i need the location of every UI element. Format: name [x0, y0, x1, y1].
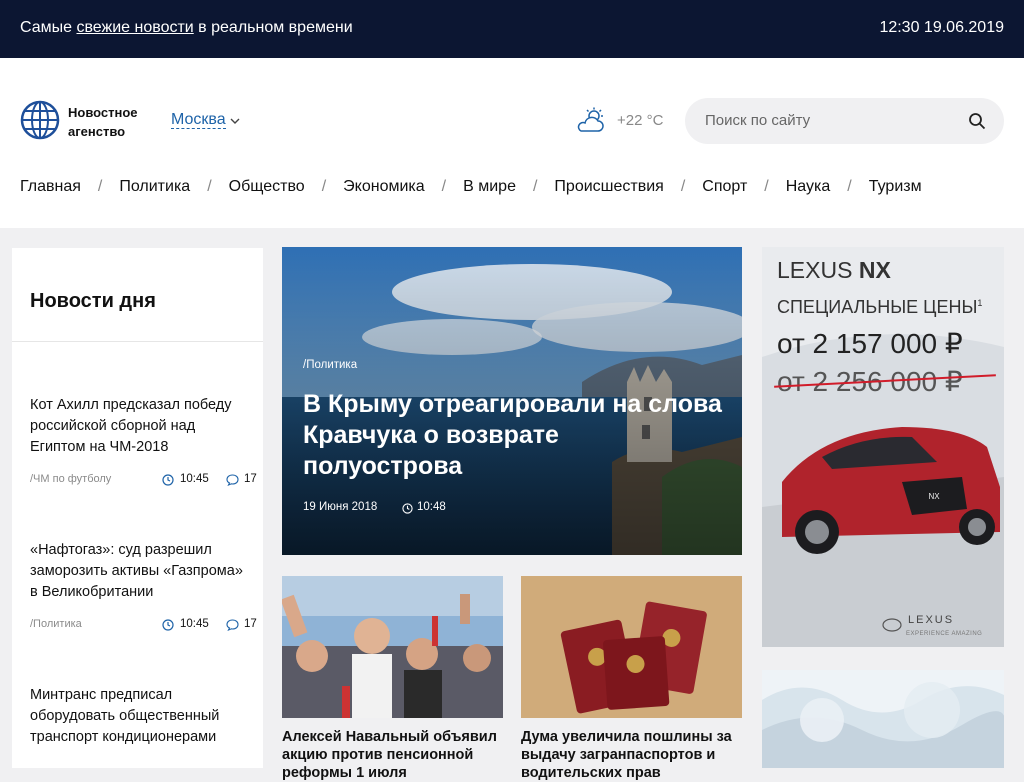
lexus-headline: СПЕЦИАЛЬНЫЕ ЦЕНЫ1	[777, 297, 982, 318]
site-logo-text[interactable]: Новостное агенство	[68, 103, 158, 141]
news-card-image[interactable]	[282, 576, 503, 718]
tagline-text-end: в реальном времени	[193, 19, 353, 36]
news-card[interactable]: Алексей Навальный объявил акцию против п…	[282, 576, 503, 781]
tagline-text: Самые	[20, 19, 77, 36]
news-comments-count[interactable]: 17	[244, 473, 257, 485]
clock-icon	[162, 474, 174, 486]
news-title[interactable]: Минтранс предписал оборудовать обществен…	[30, 685, 250, 748]
site-tagline: Самые свежие новости в реальном времени	[20, 19, 353, 37]
comment-icon	[226, 474, 239, 486]
site-header: Новостное агенство Москва +22 °С Поиск п…	[0, 58, 1024, 228]
search-input[interactable]: Поиск по сайту	[705, 112, 810, 129]
fresh-news-link[interactable]: свежие новости	[76, 19, 193, 36]
weather-sun-cloud-icon	[577, 107, 604, 132]
lexus-price-new: от 2 157 000 ₽	[777, 328, 963, 359]
nav-item-tourism[interactable]: Туризм	[869, 178, 922, 196]
nav-separator: /	[207, 178, 212, 195]
clock-icon	[162, 619, 174, 631]
featured-article-title[interactable]: В Крыму отреагировали на слова Кравчука …	[303, 389, 723, 482]
clock-icon	[402, 503, 413, 514]
protest-photo	[282, 576, 503, 718]
news-of-the-day-title: Новости дня	[30, 290, 156, 312]
nav-separator: /	[847, 178, 852, 195]
featured-article[interactable]: /Политика В Крыму отреагировали на слова…	[282, 247, 742, 555]
nav-separator: /	[441, 178, 447, 195]
nav-item-science[interactable]: Наука	[786, 178, 831, 196]
news-category[interactable]: /ЧМ по футболу	[30, 473, 111, 485]
news-of-the-day-panel: Новости дня Кот Ахилл предсказал победу …	[12, 248, 263, 768]
current-datetime: 12:30 19.06.2019	[879, 19, 1004, 36]
passports-photo	[521, 576, 742, 718]
lexus-footnote: 1	[977, 298, 983, 308]
secondary-ad-image	[762, 670, 1004, 768]
top-bar: Самые свежие новости в реальном времени …	[0, 0, 1024, 58]
lexus-brand: LEXUS NX	[777, 257, 891, 284]
nav-item-society[interactable]: Общество	[229, 178, 305, 196]
nav-separator: /	[764, 178, 769, 195]
divider	[12, 341, 263, 342]
nav-item-incidents[interactable]: Происшествия	[554, 178, 663, 196]
list-item[interactable]: Кот Ахилл предсказал победу российской с…	[30, 395, 257, 489]
comment-icon	[226, 619, 239, 631]
news-card-title[interactable]: Дума увеличила пошлины за выдачу загранп…	[521, 728, 742, 782]
city-selector[interactable]: Москва	[171, 111, 226, 129]
nav-separator: /	[321, 178, 327, 195]
news-comments-count[interactable]: 17	[244, 618, 257, 630]
news-time: 10:45	[180, 618, 209, 630]
nav-item-economy[interactable]: Экономика	[343, 178, 425, 196]
site-search[interactable]: Поиск по сайту	[685, 98, 1004, 144]
news-title[interactable]: «Нафтогаз»: суд разрешил заморозить акти…	[30, 540, 250, 603]
lexus-plate-text: NX	[928, 492, 940, 501]
featured-article-time: 10:48	[417, 501, 446, 513]
news-time: 10:45	[180, 473, 209, 485]
nav-separator: /	[532, 178, 538, 195]
weather-temperature: +22 °С	[617, 112, 664, 129]
nav-item-main[interactable]: Главная	[20, 178, 81, 196]
chevron-down-icon[interactable]	[230, 116, 240, 126]
news-card-title[interactable]: Алексей Навальный объявил акцию против п…	[282, 728, 503, 782]
main-navigation: Главная / Политика / Общество / Экономика / …	[20, 178, 922, 196]
nav-item-world[interactable]: В мире	[463, 178, 516, 196]
secondary-advertisement[interactable]	[762, 670, 1004, 768]
news-card-image[interactable]	[521, 576, 742, 718]
featured-article-category[interactable]: /Политика	[303, 359, 357, 371]
nav-item-sport[interactable]: Спорт	[702, 178, 747, 196]
lexus-slogan: EXPERIENCE AMAZING	[906, 631, 983, 637]
featured-article-date: 19 Июня 2018	[303, 501, 378, 513]
lexus-logo: LEXUS	[908, 614, 955, 626]
lexus-brand-name: LEXUS	[777, 257, 853, 283]
lexus-headline-text: СПЕЦИАЛЬНЫЕ ЦЕНЫ	[777, 297, 978, 317]
news-title[interactable]: Кот Ахилл предсказал победу российской с…	[30, 395, 250, 458]
nav-separator: /	[680, 178, 686, 195]
search-icon[interactable]	[968, 112, 986, 130]
news-card[interactable]: Дума увеличила пошлины за выдачу загранп…	[521, 576, 742, 781]
advertisement-banner[interactable]: NX LEXUS NX СПЕЦИАЛЬНЫЕ ЦЕНЫ1 от 2 157 0…	[762, 247, 1004, 647]
nav-separator: /	[97, 178, 103, 195]
globe-logo-icon[interactable]	[20, 100, 60, 140]
list-item[interactable]: «Нафтогаз»: суд разрешил заморозить акти…	[30, 540, 257, 634]
lexus-model: NX	[858, 257, 891, 283]
nav-item-politics[interactable]: Политика	[119, 178, 190, 196]
news-category[interactable]: /Политика	[30, 618, 82, 630]
list-item[interactable]: Минтранс предписал оборудовать обществен…	[30, 685, 250, 748]
